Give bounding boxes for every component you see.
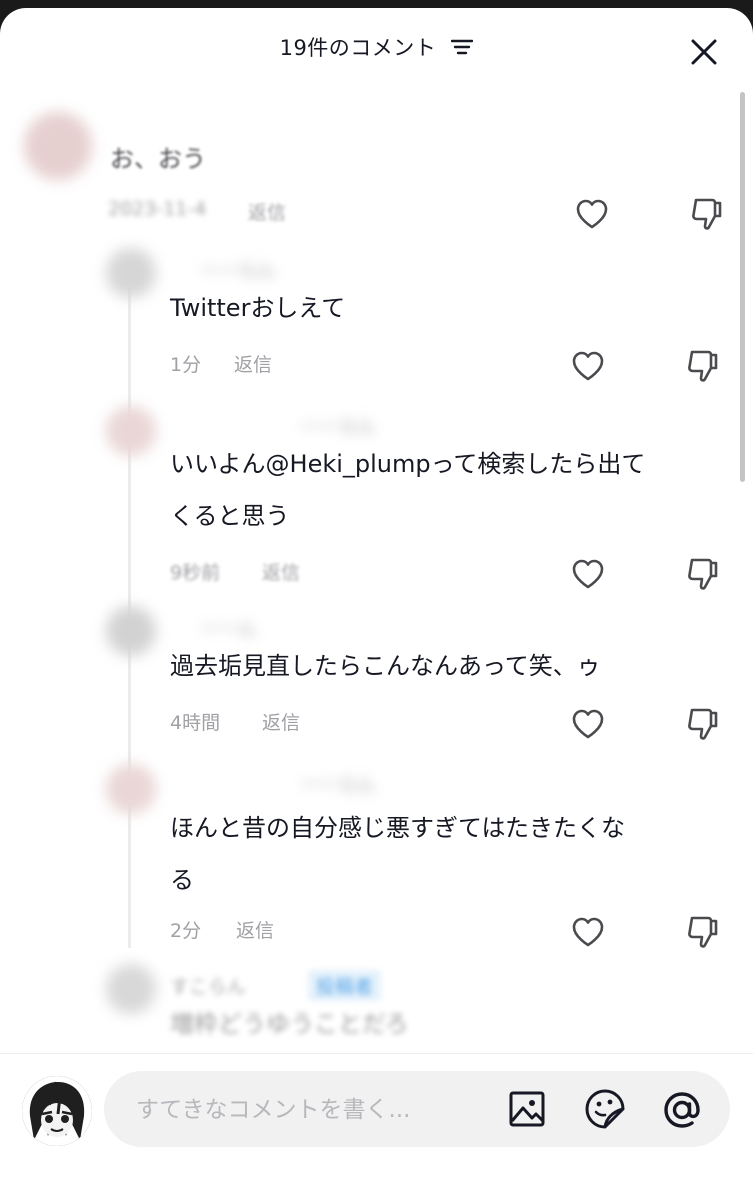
comment-text-line: る xyxy=(170,866,194,894)
comment-author: ーーらん xyxy=(200,260,277,282)
comment-time: 9秒前 xyxy=(170,562,221,584)
header: 19件のコメント xyxy=(0,8,753,88)
title-row: 19件のコメント xyxy=(0,32,753,62)
avatar xyxy=(24,112,92,180)
comment-text-line: いいよん@Heki_plumpって検索したら出て xyxy=(170,450,646,478)
composer-divider xyxy=(0,1053,753,1054)
comment-count-title: 19件のコメント xyxy=(279,36,437,60)
comment-author: すこらん xyxy=(170,976,247,998)
avatar-illustration xyxy=(22,1076,92,1146)
thumbs-down-outline-icon[interactable] xyxy=(684,556,720,592)
comment-input[interactable] xyxy=(134,1071,498,1149)
comment-author: ーーらん xyxy=(300,416,377,438)
thumbs-down-outline-icon[interactable] xyxy=(684,348,720,384)
reply-button[interactable]: 返信 xyxy=(262,708,300,735)
heart-outline-icon[interactable] xyxy=(570,914,606,950)
avatar xyxy=(106,764,156,814)
filter-lines-icon[interactable] xyxy=(451,38,474,56)
comment-time: 2分 xyxy=(170,920,202,942)
thumbs-down-outline-icon[interactable] xyxy=(688,196,724,232)
at-mention-icon[interactable] xyxy=(660,1088,704,1132)
comment-composer[interactable] xyxy=(104,1071,730,1149)
comment-time: 4時間 xyxy=(170,712,221,734)
image-icon[interactable] xyxy=(508,1090,546,1128)
reply-button[interactable]: 返信 xyxy=(236,916,274,943)
close-icon[interactable] xyxy=(688,36,720,68)
comment-text: 増枠どうゆうことだろ xyxy=(170,1010,409,1038)
reply-button[interactable]: 返信 xyxy=(234,350,272,377)
emoji-sticker-icon[interactable] xyxy=(584,1088,626,1130)
heart-outline-icon[interactable] xyxy=(570,348,606,384)
avatar xyxy=(106,964,156,1014)
avatar xyxy=(106,406,156,456)
thumbs-down-outline-icon[interactable] xyxy=(684,706,720,742)
comment-author: ーーらん xyxy=(300,774,377,796)
heart-outline-icon[interactable] xyxy=(574,196,610,232)
comments-sheet: 19件のコメント お、おう 2023-11-4 返信 ーーらん Twitterお… xyxy=(0,8,753,1200)
heart-outline-icon[interactable] xyxy=(570,556,606,592)
thumbs-down-outline-icon[interactable] xyxy=(684,914,720,950)
comment-text: Twitterおしえて xyxy=(170,294,346,322)
comment-date: 2023-11-4 xyxy=(108,198,207,220)
comment-text: お、おう xyxy=(110,145,206,173)
comment-text-line: くると思う xyxy=(170,502,290,530)
comment-time: 1分 xyxy=(170,354,202,376)
scrollbar[interactable] xyxy=(740,92,745,482)
author-badge: 投稿者 xyxy=(308,970,382,1001)
comment-text-line: ほんと昔の自分感じ悪すぎてはたきたくな xyxy=(170,814,626,842)
avatar xyxy=(106,248,156,298)
avatar xyxy=(106,606,156,656)
avatar[interactable] xyxy=(22,1076,92,1146)
reply-button[interactable]: 返信 xyxy=(262,558,300,585)
comment-author: ーーん xyxy=(200,618,258,640)
reply-button[interactable]: 返信 xyxy=(248,198,286,225)
heart-outline-icon[interactable] xyxy=(570,706,606,742)
comment-text: 過去垢見直したらこんなんあって笑、ゥ xyxy=(170,652,601,680)
